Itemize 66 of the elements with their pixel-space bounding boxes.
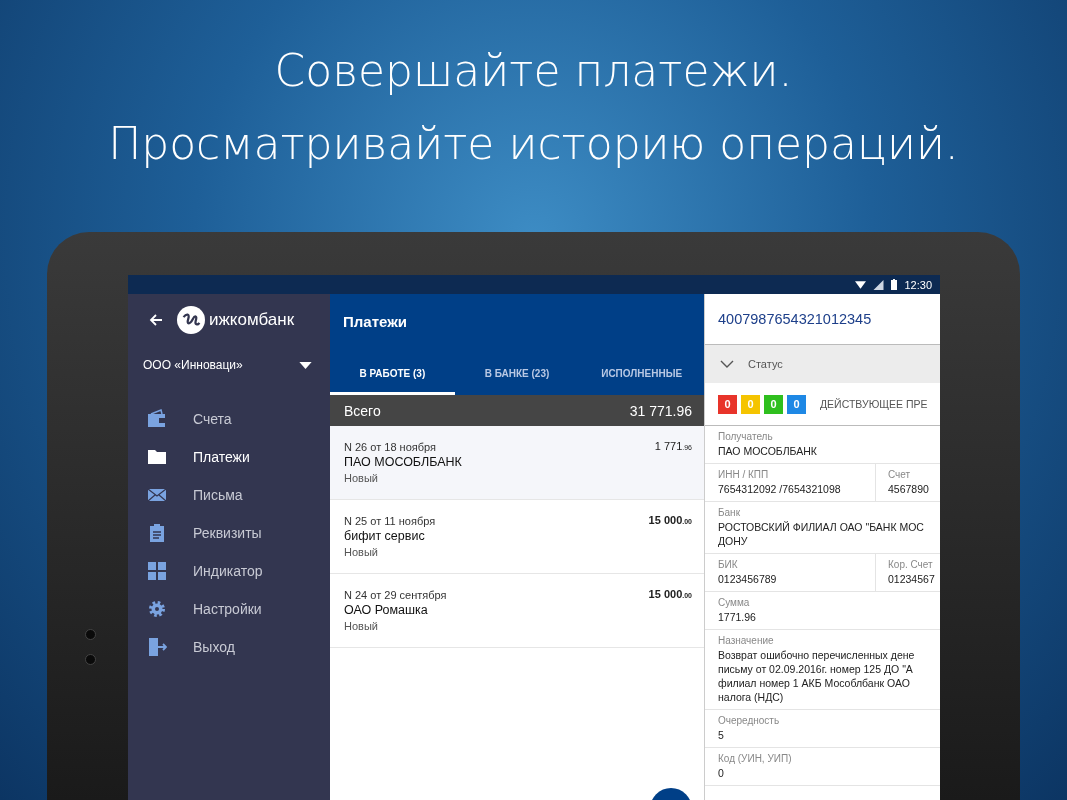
field-label: Очередность — [718, 714, 781, 728]
field-value: 7654312092 /7654321098 — [718, 482, 842, 496]
headline: Совершайте платежи. — [274, 44, 793, 98]
organization-selector[interactable]: ООО «Инноваци» — [128, 335, 330, 372]
field-label: ИНН / КПП — [718, 468, 770, 482]
field-value: 01234567 — [888, 572, 935, 586]
field-value: ПАО МОСОБЛБАНК — [718, 444, 818, 458]
field-label: Сумма — [718, 596, 751, 610]
field-label: Банк — [718, 506, 742, 520]
field-label: Код (УИН, УИП) — [718, 752, 793, 766]
signal-icon — [873, 279, 885, 290]
field-label: Получатель — [718, 430, 774, 444]
field-value: 1771.96 — [718, 610, 757, 624]
clock-time: 12:30 — [904, 278, 932, 291]
total-label: Всего — [344, 402, 381, 419]
back-arrow-icon[interactable] — [149, 313, 163, 327]
field-value: 4567890 — [888, 482, 929, 496]
camera-dot-icon — [85, 654, 96, 665]
screen-title: Платежи — [342, 312, 408, 330]
payment-status: Новый — [344, 545, 379, 559]
tab[interactable]: В БАНКЕ (23) — [454, 353, 580, 395]
payment-number: N 26 от 18 ноября — [344, 440, 437, 454]
logo-icon — [177, 306, 205, 334]
field-label: Назначение — [718, 634, 775, 648]
settings-icon — [147, 599, 167, 619]
field-value: 5 — [718, 728, 725, 742]
field-label: БИК — [718, 558, 739, 572]
payment-status: Новый — [344, 619, 379, 633]
nav-item[interactable]: Платежи — [128, 438, 330, 476]
payment-number: N 25 от 11 ноября — [344, 514, 436, 528]
field-label: Счет — [888, 468, 912, 482]
field-value: 0 — [718, 766, 725, 780]
nav-item[interactable]: Индикатор — [128, 552, 330, 590]
nav-item[interactable]: Выход — [128, 628, 330, 666]
wallet-icon — [147, 409, 167, 429]
payee-name: ОАО Ромашка — [344, 602, 429, 619]
nav-item[interactable]: Письма — [128, 476, 330, 514]
field-value: РОСТОВСКИЙ ФИЛИАЛ ОАО "БАНК МОС ДОНУ — [718, 520, 925, 548]
total-amount: 31 771.96 — [629, 402, 692, 419]
tab[interactable]: ИСПОЛНЕННЫЕ — [579, 353, 704, 395]
wifi-icon — [855, 279, 867, 290]
exit-icon — [147, 637, 167, 657]
battery-icon — [891, 279, 898, 290]
brand-name: ижкомбанк — [209, 310, 295, 330]
payment-number: N 24 от 29 сентября — [344, 588, 447, 602]
payment-status: Новый — [344, 471, 379, 485]
payee-name: ПАО МОСОБЛБАНК — [344, 454, 462, 471]
counter-badge: 0 — [741, 394, 760, 414]
camera-dot-icon — [85, 629, 96, 640]
counter-badge: 0 — [718, 394, 737, 414]
chevron-down-icon — [720, 360, 734, 368]
caret-icon — [299, 361, 312, 369]
field-value: 0123456789 — [718, 572, 778, 586]
status-text: ДЕЙСТВУЮЩЕЕ ПРЕ — [820, 398, 928, 410]
nav-item[interactable]: Счета — [128, 400, 330, 438]
counter-badge: 0 — [764, 394, 783, 414]
nav-item[interactable]: Настройки — [128, 590, 330, 628]
field-value: Возврат ошибочно перечисленных дене письму от 02.09.2016г. номер 125 ДО "А филиал номер 1 АКБ Мособлбанк ОАО налога (НДС) — [718, 648, 916, 704]
field-label: Кор. Счет — [888, 558, 934, 572]
headline: Просматривайте историю операций. — [108, 117, 959, 171]
payee-name: бифит сервис — [344, 528, 426, 545]
counter-badge: 0 — [787, 394, 806, 414]
folder-icon — [147, 447, 167, 467]
nav-item[interactable]: Реквизиты — [128, 514, 330, 552]
clipboard-icon — [147, 523, 167, 543]
status-header[interactable]: Статус — [705, 345, 940, 383]
